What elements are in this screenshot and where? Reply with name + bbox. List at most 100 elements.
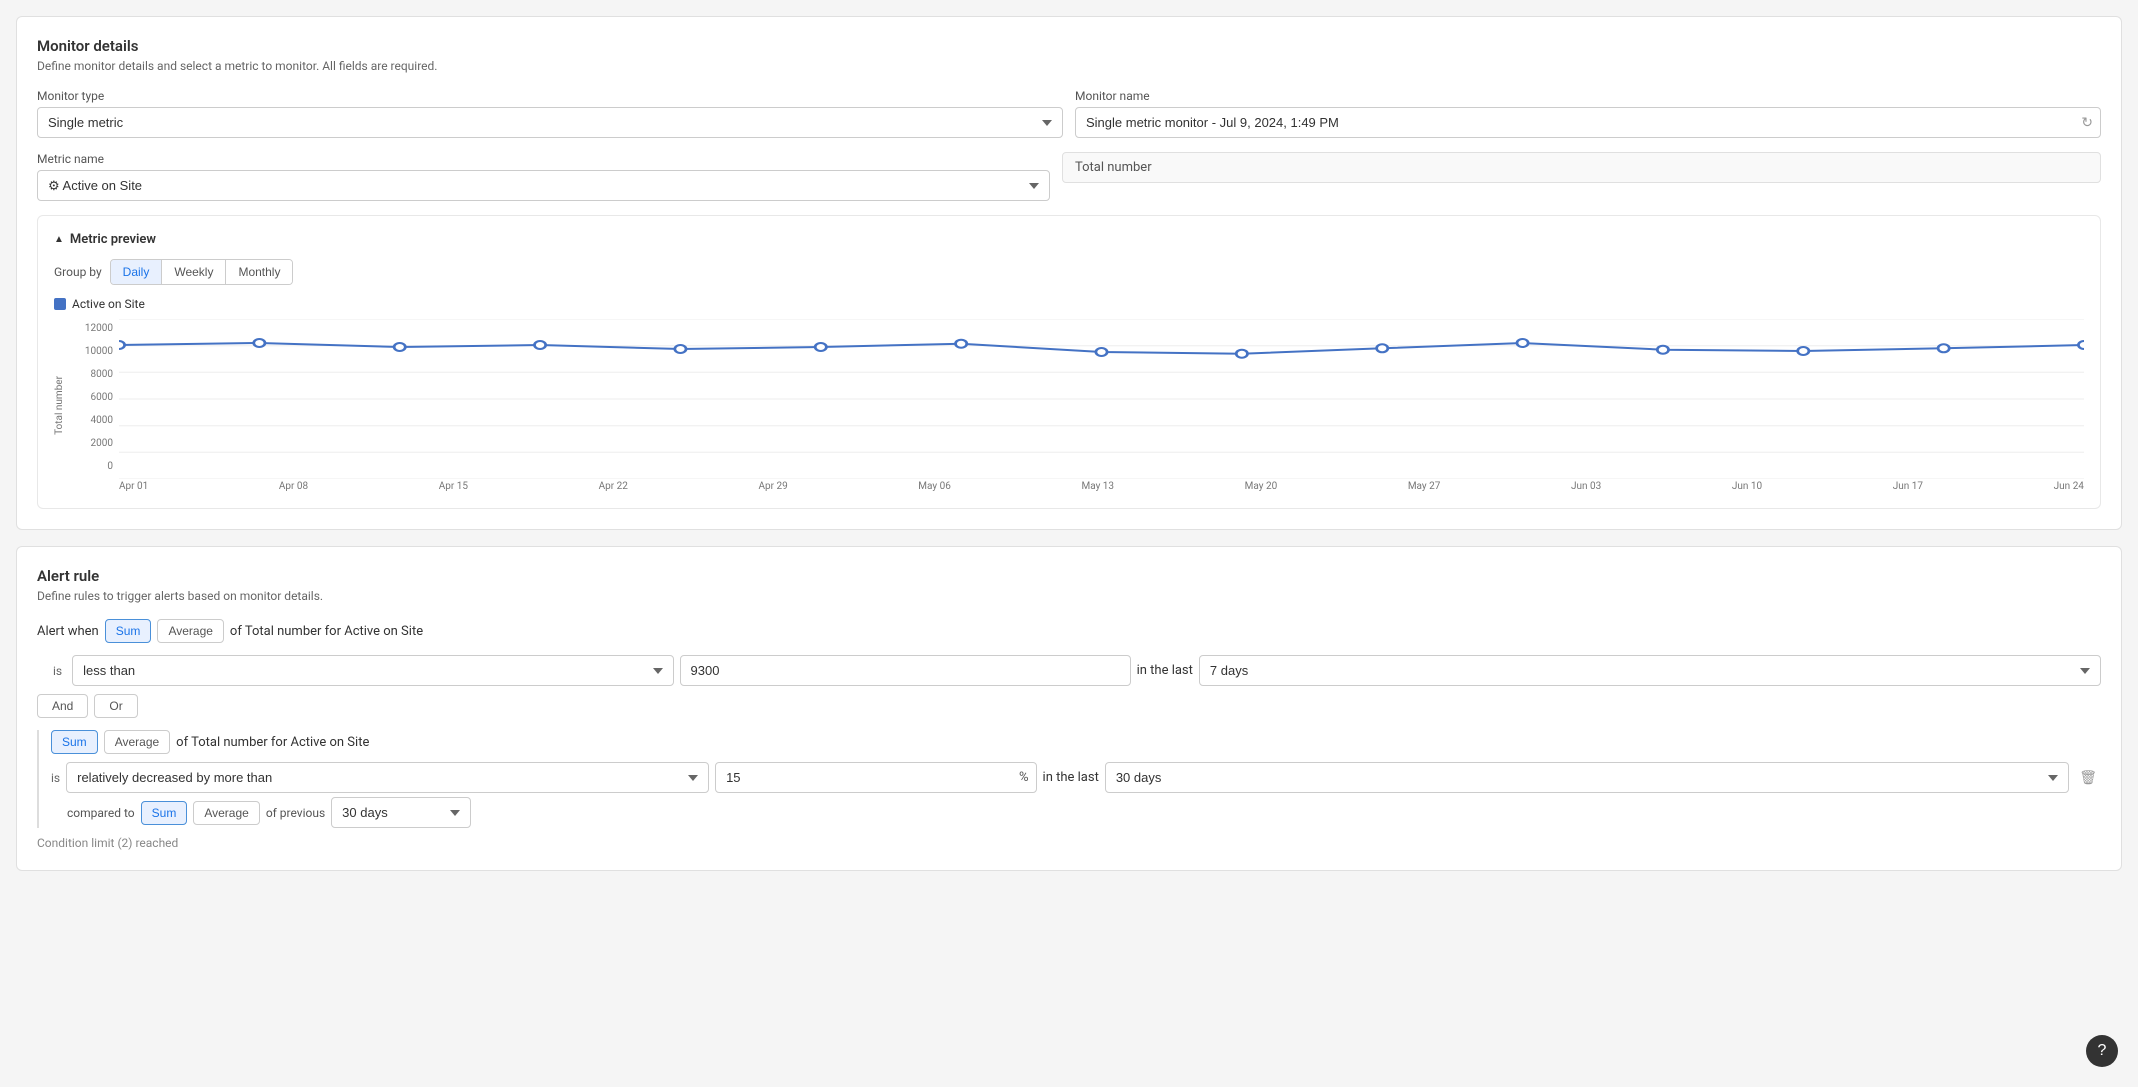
y-axis-labels: 12000 10000 8000 6000 4000 2000 0 — [74, 319, 119, 492]
cond2-average-btn[interactable]: Average — [104, 730, 170, 754]
monitor-details-title: Monitor details — [37, 37, 2101, 55]
condition-limit: Condition limit (2) reached — [37, 836, 2101, 850]
alert-when-row: Alert when Sum Average of Total number f… — [37, 619, 2101, 643]
group-by-row: Group by Daily Weekly Monthly — [54, 259, 2084, 285]
cond1-threshold-input[interactable] — [680, 655, 1131, 686]
chart-svg-area: Apr 01 Apr 08 Apr 15 Apr 22 Apr 29 May 0… — [119, 319, 2084, 492]
previous-period-select-wrapper: 7 days 14 days 30 days 60 days 90 days — [331, 797, 471, 828]
y-label-10000: 10000 — [85, 346, 113, 357]
alert-rule-card: Alert rule Define rules to trigger alert… — [16, 546, 2122, 871]
metric-preview-title: Metric preview — [70, 232, 156, 247]
monitor-type-select[interactable]: Single metric — [37, 107, 1063, 138]
delete-condition-btn[interactable]: 🗑 — [2075, 765, 2101, 790]
metric-name-row: Metric name ⚙ Active on Site Total numbe… — [37, 152, 2101, 201]
legend-dot — [54, 298, 66, 310]
group-by-weekly-btn[interactable]: Weekly — [162, 260, 226, 284]
y-label-6000: 6000 — [91, 392, 113, 403]
logic-row: And Or — [37, 694, 2101, 718]
cond2-threshold-wrapper: % — [715, 762, 1036, 793]
and-button[interactable]: And — [37, 694, 88, 718]
cond2-of-label: of Total number for Active on Site — [176, 735, 369, 750]
metric-display: Total number — [1062, 152, 2101, 183]
metric-name-select-wrapper: ⚙ Active on Site — [37, 170, 1050, 201]
cond1-in-last-label: in the last — [1137, 663, 1193, 678]
metric-name-label: Metric name — [37, 152, 1050, 166]
monitor-details-subtitle: Define monitor details and select a metr… — [37, 59, 2101, 73]
x-label-jun03: Jun 03 — [1571, 481, 1601, 492]
cond1-threshold-wrapper — [680, 655, 1131, 686]
group-by-monthly-btn[interactable]: Monthly — [226, 260, 292, 284]
monitor-type-group: Monitor type Single metric — [37, 89, 1063, 138]
y-axis-title: Total number — [54, 376, 65, 435]
cond1-connector: is — [53, 664, 62, 678]
monitor-name-input[interactable] — [1075, 107, 2101, 138]
condition2-block: Sum Average of Total number for Active o… — [37, 730, 2101, 828]
cond1-period-select[interactable]: 1 day 3 days 7 days 14 days 30 days — [1199, 655, 2101, 686]
condition2-header: Sum Average of Total number for Active o… — [51, 730, 2101, 754]
cond2-condition-wrapper: less than greater than relatively decrea… — [66, 762, 709, 793]
percent-sign: % — [1019, 770, 1029, 785]
monitor-name-label: Monitor name — [1075, 89, 2101, 103]
or-button[interactable]: Or — [94, 694, 137, 718]
cond1-period-wrapper: 1 day 3 days 7 days 14 days 30 days — [1199, 655, 2101, 686]
alert-sum-btn[interactable]: Sum — [105, 619, 152, 643]
x-label-may20: May 20 — [1245, 481, 1278, 492]
monitor-name-group: Monitor name ↻ — [1075, 89, 2101, 138]
legend-label: Active on Site — [72, 297, 145, 311]
y-axis-title-wrapper: Total number — [54, 319, 74, 492]
cond2-connector: is — [51, 771, 60, 785]
x-label-may27: May 27 — [1408, 481, 1441, 492]
x-label-jun17: Jun 17 — [1893, 481, 1923, 492]
condition1-row: is less than greater than equal to in th… — [53, 655, 2101, 686]
refresh-icon: ↻ — [2081, 115, 2093, 131]
monitor-type-name-row: Monitor type Single metric Monitor name … — [37, 89, 2101, 138]
cond2-period-wrapper: 7 days 14 days 30 days 60 days 90 days — [1105, 762, 2069, 793]
x-axis-labels: Apr 01 Apr 08 Apr 15 Apr 22 Apr 29 May 0… — [119, 481, 2084, 492]
x-label-apr15: Apr 15 — [439, 481, 468, 492]
x-label-jun24: Jun 24 — [2054, 481, 2084, 492]
y-label-4000: 4000 — [91, 415, 113, 426]
cond2-condition-select-wrapper: less than greater than relatively decrea… — [66, 762, 709, 793]
y-label-2000: 2000 — [91, 438, 113, 449]
compared-to-label: compared to — [67, 806, 135, 820]
cond2-sum-btn[interactable]: Sum — [51, 730, 98, 754]
compared-to-row: compared to Sum Average of previous 7 da… — [67, 797, 2101, 828]
alert-rule-title: Alert rule — [37, 567, 2101, 585]
alert-of-label: of Total number for Active on Site — [230, 624, 423, 639]
chevron-up-icon: ▲ — [54, 234, 64, 245]
cond2-threshold-input[interactable] — [715, 762, 1036, 793]
alert-rule-subtitle: Define rules to trigger alerts based on … — [37, 589, 2101, 603]
group-by-btn-group: Daily Weekly Monthly — [110, 259, 294, 285]
y-label-12000: 12000 — [85, 323, 113, 334]
metric-preview-header[interactable]: ▲ Metric preview — [54, 232, 2084, 247]
compared-sum-btn[interactable]: Sum — [141, 801, 188, 825]
previous-period-select[interactable]: 7 days 14 days 30 days 60 days 90 days — [331, 797, 471, 828]
cond1-condition-select-wrapper: less than greater than equal to — [72, 655, 673, 686]
monitor-details-card: Monitor details Define monitor details a… — [16, 16, 2122, 530]
x-label-apr22: Apr 22 — [599, 481, 628, 492]
group-by-daily-btn[interactable]: Daily — [111, 260, 163, 284]
of-previous-label: of previous — [266, 806, 325, 820]
alert-average-btn[interactable]: Average — [157, 619, 223, 643]
compared-average-btn[interactable]: Average — [193, 801, 259, 825]
y-label-0: 0 — [107, 461, 113, 472]
previous-period-wrapper: 7 days 14 days 30 days 60 days 90 days — [331, 797, 471, 828]
cond1-condition-wrapper: less than greater than equal to — [72, 655, 673, 686]
condition2-row: is less than greater than relatively dec… — [51, 762, 2101, 793]
cond2-period-select-wrapper: 7 days 14 days 30 days 60 days 90 days — [1105, 762, 2069, 793]
cond1-period-select-wrapper: 1 day 3 days 7 days 14 days 30 days — [1199, 655, 2101, 686]
chart-legend: Active on Site — [54, 297, 2084, 311]
chart-wrapper: Total number 12000 10000 8000 6000 4000 … — [54, 319, 2084, 492]
cond2-condition-select[interactable]: less than greater than relatively decrea… — [66, 762, 709, 793]
x-label-apr29: Apr 29 — [758, 481, 787, 492]
x-label-jun10: Jun 10 — [1732, 481, 1762, 492]
cond2-period-select[interactable]: 7 days 14 days 30 days 60 days 90 days — [1105, 762, 2069, 793]
cond1-condition-select[interactable]: less than greater than equal to — [72, 655, 673, 686]
x-label-apr08: Apr 08 — [279, 481, 308, 492]
monitor-type-label: Monitor type — [37, 89, 1063, 103]
x-label-may06: May 06 — [918, 481, 951, 492]
help-button[interactable]: ? — [2086, 1035, 2118, 1067]
x-label-may13: May 13 — [1081, 481, 1114, 492]
metric-name-select[interactable]: ⚙ Active on Site — [37, 170, 1050, 201]
page: Monitor details Define monitor details a… — [0, 0, 2138, 903]
